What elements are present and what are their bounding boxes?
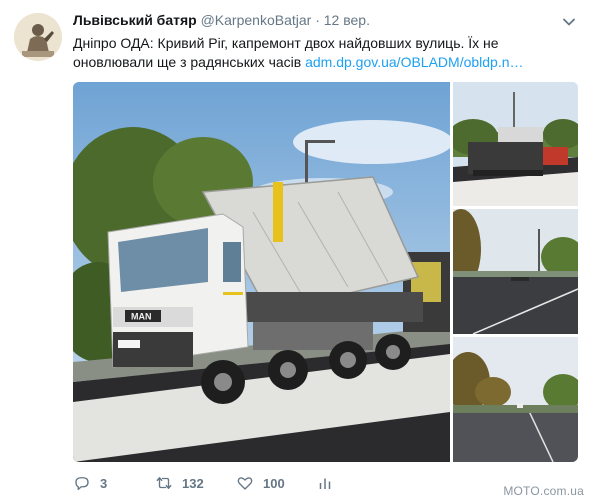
separator-dot: · [315,12,320,28]
retweet-button[interactable]: 132 [155,472,204,494]
avatar[interactable] [14,13,62,61]
truck-photo-image: MAN [73,82,450,462]
chevron-down-icon [563,18,575,26]
avatar-illustration-icon [14,13,62,61]
retweet-icon [156,477,172,489]
reply-count: 3 [100,475,108,491]
more-options-button[interactable] [561,14,577,30]
heart-icon [237,477,253,490]
like-button[interactable]: 100 [236,472,285,494]
paver-photo-image [453,82,578,206]
tweet-link[interactable]: adm.dp.gov.ua/OBLADM/obldp.n… [305,54,523,70]
like-count: 100 [263,475,285,491]
watermark: MOTO.com.ua [503,484,584,498]
photo-road-car[interactable] [453,209,578,334]
analytics-button[interactable] [316,472,334,494]
reply-button[interactable]: 3 [73,472,107,494]
reply-icon [75,477,89,491]
avenue-photo-image [453,337,578,462]
truck-brand-label: MAN [131,312,152,322]
tweet-header: Львівський батяр @KarpenkoBatjar · 12 ве… [73,12,370,28]
media-grid: MAN [73,82,578,462]
photo-truck[interactable]: MAN [73,82,450,462]
tweet-text: Дніпро ОДА: Кривий Ріг, капремонт двох н… [73,34,578,72]
author-handle[interactable]: @KarpenkoBatjar [201,12,312,28]
retweet-count: 132 [182,475,204,491]
author-name[interactable]: Львівський батяр [73,12,197,28]
tweet-card[interactable]: Львівський батяр @KarpenkoBatjar · 12 ве… [0,0,590,502]
photo-avenue[interactable] [453,337,578,462]
tweet-date[interactable]: 12 вер. [324,12,370,28]
road-photo-image [453,209,578,334]
photo-paver[interactable] [453,82,578,206]
analytics-icon [319,478,331,489]
